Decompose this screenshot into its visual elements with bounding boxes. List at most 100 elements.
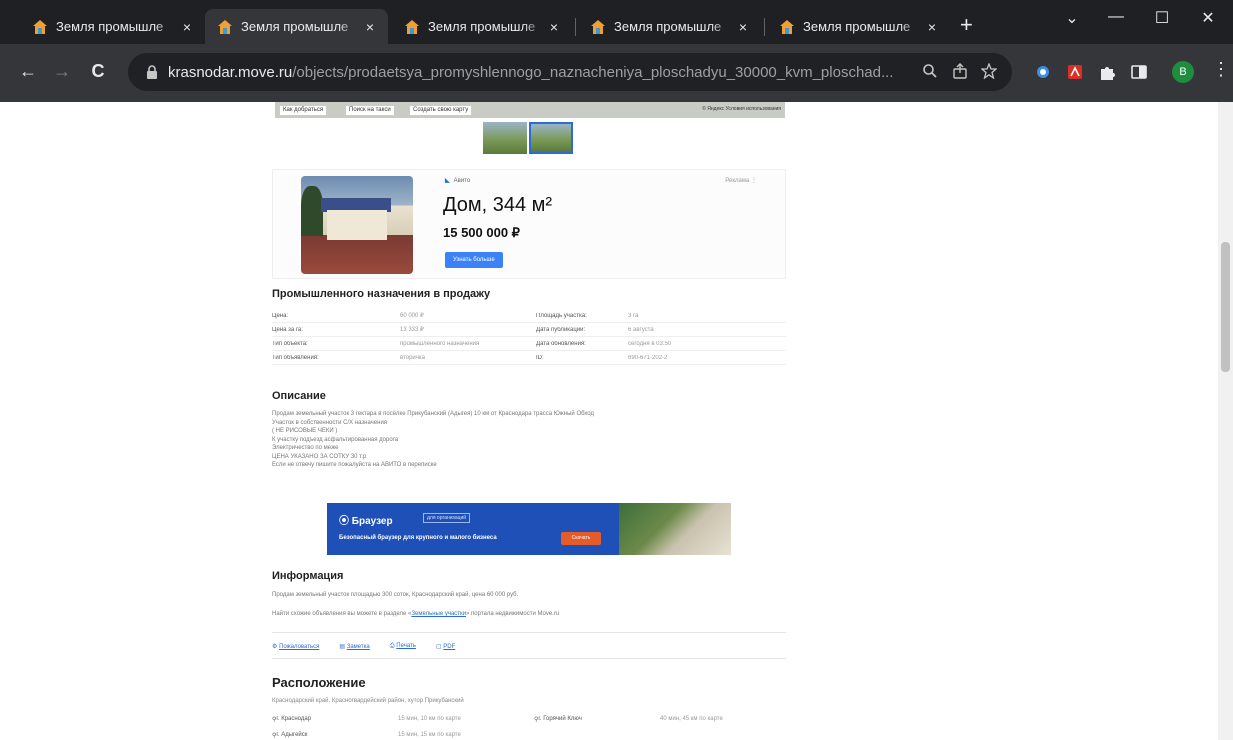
share-icon[interactable] (952, 63, 968, 84)
divider (272, 632, 786, 633)
tab-separator (764, 18, 765, 36)
tab-search-icon[interactable]: ⌄ (1052, 8, 1092, 28)
prop-value: 690-671-202-2 (628, 354, 668, 361)
report-label: Пожаловаться (279, 644, 320, 650)
side-panel-icon[interactable] (1130, 63, 1148, 81)
browser-tab[interactable]: Земля промышле × (767, 9, 950, 44)
tab-title: Земля промышле (428, 19, 536, 34)
report-link[interactable]: ⚙ Пожаловаться (272, 643, 319, 650)
map-taxi-button[interactable]: Поиск на такси (345, 105, 395, 116)
scrollbar-thumb[interactable] (1221, 242, 1230, 372)
location-distance: 40 мин, 45 км по карте (660, 716, 723, 722)
map-create-button[interactable]: Создать свою карту (409, 105, 473, 116)
location-distance: 15 мин, 15 км по карте (398, 732, 461, 738)
profile-avatar[interactable]: B (1172, 61, 1194, 83)
browser-ad-banner[interactable]: ⦿ Браузер для организаций Безопасный бра… (327, 503, 731, 555)
location-city: ⚲ г. Горячий Ключ (534, 716, 582, 723)
pdf-extension-icon[interactable] (1066, 63, 1084, 81)
chrome-menu-icon[interactable]: ⋮ (1212, 59, 1230, 80)
reload-button[interactable]: C (86, 61, 110, 82)
note-link[interactable]: ▤ Заметка (339, 643, 369, 650)
address-bar[interactable]: krasnodar.move.ru/objects/prodaetsya_pro… (128, 53, 1012, 91)
actions-bar: ⚙ Пожаловаться ▤ Заметка ⎙ Печать ▢ PDF (272, 643, 455, 650)
browser-tab[interactable]: Земля промышле × (392, 9, 572, 44)
new-tab-button[interactable]: + (960, 14, 973, 36)
url-path: /objects/prodaetsya_promyshlennogo_nazna… (292, 63, 894, 81)
maximize-button[interactable]: ☐ (1142, 8, 1182, 28)
tab-close-icon[interactable]: × (735, 19, 751, 35)
ad-learn-more-button[interactable]: Узнать больше (445, 252, 503, 268)
ad-menu-icon[interactable]: ⋮ (751, 178, 757, 184)
prop-key: Тип объявления: (272, 354, 319, 361)
tab-separator (575, 18, 576, 36)
city-name: г. Горячий Ключ (538, 716, 582, 722)
forward-button[interactable]: → (50, 61, 74, 82)
banner-tag: для организаций (423, 513, 471, 523)
print-label: Печать (396, 643, 416, 649)
map-route-button[interactable]: Как добраться (279, 105, 328, 116)
browser-tab[interactable]: Земля промышле × (20, 9, 205, 44)
pdf-label: PDF (443, 644, 456, 650)
move-favicon-icon (217, 19, 233, 35)
banner-logo-text: Браузер (351, 516, 393, 527)
prop-key: Дата публикации: (536, 326, 586, 333)
description-line: ЦЕНА УКАЗАНО ЗА СОТКУ 30 т.р (272, 453, 367, 460)
prop-value: вторичка (400, 354, 425, 361)
bookmark-star-icon[interactable] (980, 62, 998, 84)
move-favicon-icon (32, 19, 48, 35)
ad-menu-label: Реклама (725, 178, 750, 184)
section-title: Промышленного назначения в продажу (272, 288, 491, 300)
prop-key: Дата обновления: (536, 340, 586, 347)
tab-close-icon[interactable]: × (546, 19, 562, 35)
pdf-link[interactable]: ▢ PDF (436, 643, 455, 650)
print-icon: ⎙ (389, 643, 395, 649)
location-title: Расположение (272, 675, 366, 690)
move-favicon-icon (779, 19, 795, 35)
ad-title[interactable]: Дом, 344 м² (443, 194, 552, 217)
tab-close-icon[interactable]: × (362, 19, 378, 35)
extensions-puzzle-icon[interactable] (1098, 63, 1116, 81)
location-city: ⚲ г. Краснодар (272, 716, 312, 723)
info-text: Найти схожие объявления вы можете в разд… (272, 611, 412, 617)
ad-source-icon: ◣ (445, 178, 450, 184)
banner-text: Безопасный браузер для крупного и малого… (339, 535, 497, 541)
properties-table: Цена: 60 000 ₽ Площадь участка: 3 га Цена з… (272, 309, 786, 365)
close-window-button[interactable]: ✕ (1188, 8, 1228, 28)
pdf-icon: ▢ (435, 644, 442, 650)
browser-tab[interactable]: Земля промышле × (578, 9, 761, 44)
prop-key: Тип объекта: (272, 340, 308, 347)
table-row: Тип объявления: вторичка ID: 690-671-202-2 (272, 351, 786, 365)
print-link[interactable]: ⎙ Печать (390, 643, 416, 650)
back-button[interactable]: ← (16, 61, 40, 82)
map-strip[interactable]: Как добраться Поиск на такси Создать сво… (275, 102, 785, 118)
extension-icon[interactable] (1034, 63, 1052, 81)
tab-title: Земля промышле (614, 19, 722, 34)
photo-thumbnail[interactable] (483, 122, 527, 154)
prop-value: сегодня в 03:50 (628, 340, 672, 347)
page-scrollbar[interactable] (1218, 102, 1233, 740)
photo-thumbnail-selected[interactable] (529, 122, 573, 154)
tab-close-icon[interactable]: × (924, 19, 940, 35)
move-favicon-icon (404, 19, 420, 35)
banner-download-button[interactable]: Скачать (561, 532, 601, 545)
land-plots-link[interactable]: Земельные участки (411, 611, 466, 617)
minimize-button[interactable]: — (1096, 8, 1136, 26)
note-icon: ▤ (339, 644, 346, 650)
zoom-icon[interactable] (922, 63, 938, 84)
ad-house-image (301, 176, 413, 274)
location-distance: 15 мин, 10 км по карте (398, 716, 461, 722)
image-wall (327, 210, 387, 240)
ad-card[interactable]: ◣ Авито Реклама ⋮ Дом, 344 м² 15 500 000 … (272, 169, 786, 279)
description-line: ( НЕ РИСОВЫЕ ЧЕКИ ) (272, 428, 338, 434)
prop-key: Площадь участка: (536, 312, 587, 319)
description-line: Участок в собственности С/Х назначения (272, 419, 388, 426)
info-title: Информация (272, 570, 344, 582)
description-text: Продам земельный участок 3 гектара в пос… (272, 410, 772, 470)
image-tree (301, 186, 323, 236)
description-line: Если не отвечу пишите пожалуйста на АВИТ… (272, 462, 437, 468)
browser-tab-active[interactable]: Земля промышле × (205, 9, 388, 44)
ad-source-label: ◣ Авито (445, 177, 470, 184)
ad-menu[interactable]: Реклама ⋮ (725, 177, 757, 184)
tab-close-icon[interactable]: × (179, 19, 195, 35)
move-favicon-icon (590, 19, 606, 35)
